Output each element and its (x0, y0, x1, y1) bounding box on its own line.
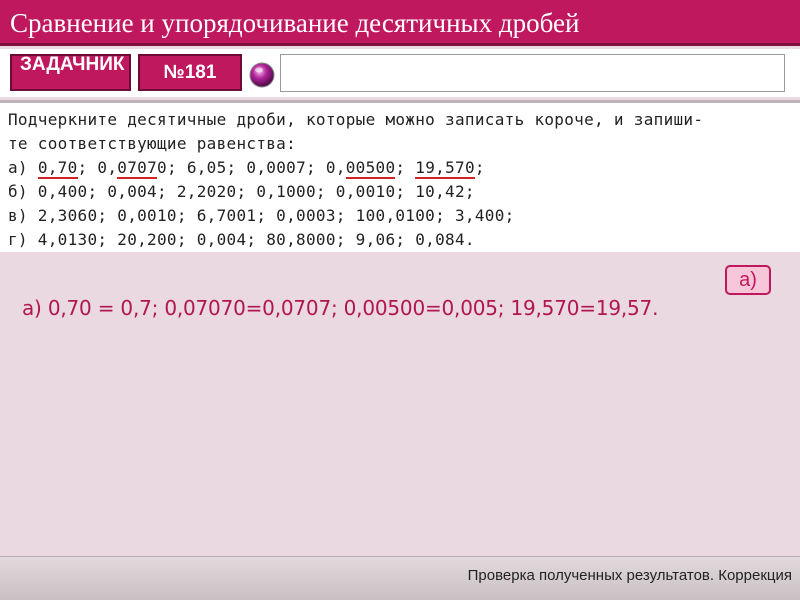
task-number-button[interactable]: №181 (138, 54, 242, 91)
task-text-panel: Подчеркните десятичные дроби, которые мо… (0, 100, 800, 252)
task-row-text: б) 0,400; 0,004; 2,2020; 0,1000; 0,0010;… (8, 182, 475, 201)
footer-caption: Проверка полученных результатов. Коррекц… (467, 567, 792, 584)
task-row-text: ; (474, 158, 485, 177)
task-intro-line-1: Подчеркните десятичные дроби, которые мо… (8, 110, 704, 129)
purple-orb-icon[interactable] (249, 62, 275, 88)
task-rows: а) 0,70; 0,07070; 6,05; 0,0007; 0,00500;… (8, 156, 792, 252)
underlined-fraction: 19,570 (415, 158, 475, 179)
zadachnik-button[interactable]: ЗАДАЧНИК (10, 54, 131, 91)
answer-text: а) 0,70 = 0,7; 0,07070=0,0707; 0,00500=0… (22, 296, 659, 320)
footer-bar: Проверка полученных результатов. Коррекц… (0, 556, 800, 600)
task-row: г) 4,0130; 20,200; 0,004; 80,8000; 9,06;… (8, 228, 792, 252)
task-row-text: ; (395, 158, 416, 177)
task-row: в) 2,3060; 0,0010; 6,7001; 0,0003; 100,0… (8, 204, 792, 228)
page-title: Сравнение и упорядочивание десятичных др… (0, 0, 800, 46)
underlined-fraction: 00500 (345, 158, 396, 179)
underlined-fraction: 0707 (117, 158, 158, 179)
task-row-text: а) (8, 158, 38, 177)
answer-part-tag[interactable]: а) (725, 265, 771, 295)
task-row-text: 0; 6,05; 0,0007; 0, (157, 158, 346, 177)
toolbar: ЗАДАЧНИК №181 (0, 49, 800, 97)
task-row: б) 0,400; 0,004; 2,2020; 0,1000; 0,0010;… (8, 180, 792, 204)
underlined-fraction: 0,70 (37, 158, 78, 179)
task-intro-line-2: те соответствующие равенства: (8, 134, 297, 153)
task-row: а) 0,70; 0,07070; 6,05; 0,0007; 0,00500;… (8, 156, 792, 180)
task-row-text: ; 0, (77, 158, 118, 177)
task-row-text: в) 2,3060; 0,0010; 6,7001; 0,0003; 100,0… (8, 206, 515, 225)
task-row-text: г) 4,0130; 20,200; 0,004; 80,8000; 9,06;… (8, 230, 475, 249)
answer-input[interactable] (280, 54, 785, 92)
